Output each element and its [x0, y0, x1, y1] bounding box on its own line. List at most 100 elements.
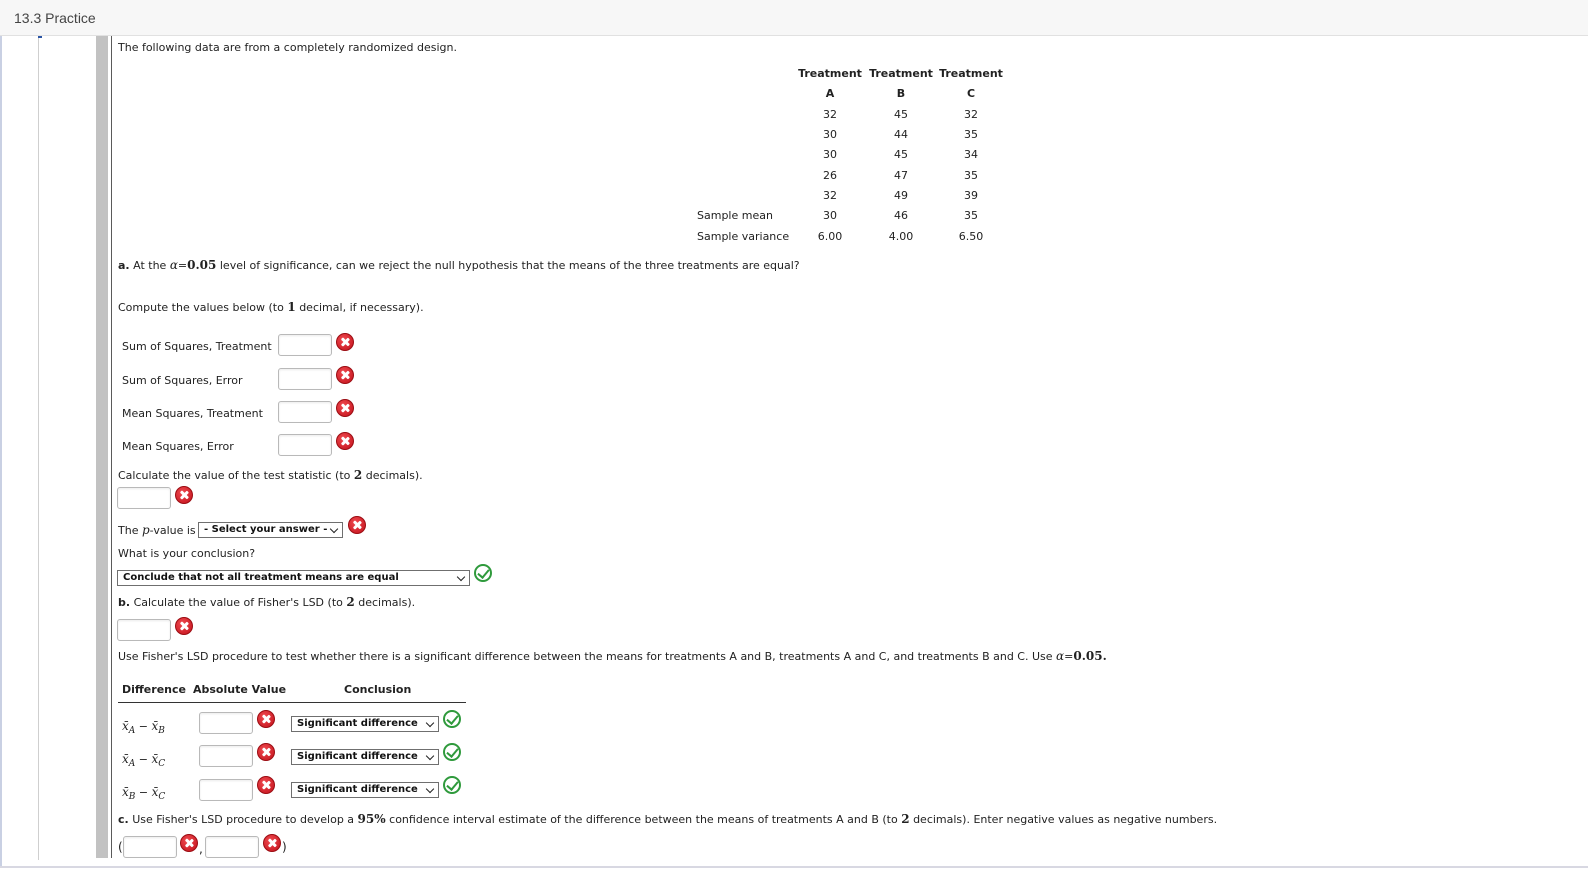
table-cell: 49: [894, 189, 908, 202]
lsd-procedure-text: Use Fisher's LSD procedure to test wheth…: [118, 649, 1107, 663]
sample-variance-c: 6.50: [958, 230, 984, 243]
left-border: [0, 36, 2, 866]
xbar: x̄: [122, 785, 129, 799]
correct-check-icon: [443, 710, 461, 728]
incorrect-icon: [348, 516, 366, 534]
minus-sign: −: [138, 720, 148, 733]
diff-label-ac: x̄A − x̄C: [122, 752, 165, 769]
ms-error-label: Mean Squares, Error: [122, 440, 234, 453]
incorrect-icon: [336, 366, 354, 384]
alpha-value: 0.05.: [1073, 649, 1107, 663]
abs-value-input-ab[interactable]: [199, 712, 253, 734]
ms-error-input[interactable]: [278, 434, 332, 456]
pvalue-label: The p-value is: [118, 523, 196, 537]
pvalue-prefix: The: [118, 524, 139, 537]
table-cell: 35: [964, 169, 978, 182]
subscript: A: [128, 726, 136, 737]
table-header-a-1: Treatment: [798, 67, 862, 80]
table-cell: 30: [823, 148, 837, 161]
chevron-down-icon: [425, 751, 435, 761]
pvalue-select[interactable]: - Select your answer -: [198, 522, 343, 538]
col-absolute-value: Absolute Value: [193, 683, 287, 696]
ss-treatment-input[interactable]: [278, 334, 332, 356]
open-paren: (: [118, 840, 123, 854]
subscript: C: [158, 759, 166, 770]
incorrect-icon: [336, 399, 354, 417]
part-c-label: c.: [118, 813, 129, 826]
ci-upper-input[interactable]: [205, 836, 259, 858]
incorrect-icon: [180, 834, 198, 852]
table-cell: 32: [964, 108, 978, 121]
page-title: 13.3 Practice: [14, 10, 96, 26]
incorrect-icon: [257, 710, 275, 728]
sample-mean-a: 30: [823, 209, 837, 222]
ss-error-input[interactable]: [278, 368, 332, 390]
incorrect-icon: [175, 617, 193, 635]
incorrect-icon: [336, 333, 354, 351]
col-difference: Difference: [122, 683, 186, 696]
conclusion-select-value: Significant difference: [297, 784, 418, 795]
ms-treatment-input[interactable]: [278, 401, 332, 423]
lsd-input[interactable]: [117, 619, 171, 641]
close-paren: ): [282, 840, 287, 854]
abs-value-input-ac[interactable]: [199, 745, 253, 767]
compute-decimals: 1: [287, 300, 296, 314]
table-cell: 26: [823, 169, 837, 182]
correct-check-icon: [443, 743, 461, 761]
subscript: C: [158, 792, 166, 803]
equals-sign: =: [177, 259, 188, 272]
conclusion-select-ac[interactable]: Significant difference: [291, 749, 439, 765]
sample-mean-b: 46: [894, 209, 908, 222]
test-stat-decimals: 2: [353, 468, 363, 482]
part-b-prefix: Calculate the value of Fisher's LSD (to: [133, 596, 343, 609]
part-a-label: a.: [118, 259, 130, 272]
subscript: B: [128, 792, 136, 803]
incorrect-icon: [175, 486, 193, 504]
incorrect-icon: [257, 743, 275, 761]
test-stat-prefix: Calculate the value of the test statisti…: [118, 469, 351, 482]
test-stat-input[interactable]: [117, 487, 171, 509]
ci-lower-input[interactable]: [123, 836, 177, 858]
table-header-rule: [118, 702, 466, 703]
table-cell: 30: [823, 128, 837, 141]
part-a-suffix: level of significance, can we reject the…: [219, 259, 800, 272]
conclusion-select-value: Significant difference: [297, 718, 418, 729]
question-gutter: [96, 36, 108, 858]
part-b-decimals: 2: [346, 595, 355, 609]
compute-prefix: Compute the values below (to: [118, 301, 284, 314]
table-cell: 35: [964, 128, 978, 141]
pvalue-suffix: -value is: [149, 524, 196, 537]
part-c-question: c. Use Fisher's LSD procedure to develop…: [118, 812, 1217, 826]
subscript: B: [158, 726, 165, 737]
table-cell: 45: [894, 148, 908, 161]
table-header-c-1: Treatment: [939, 67, 1003, 80]
ss-error-label: Sum of Squares, Error: [122, 374, 243, 387]
alpha-symbol: α: [1056, 649, 1065, 663]
table-cell: 34: [964, 148, 978, 161]
ss-treatment-label: Sum of Squares, Treatment: [122, 340, 272, 353]
conclusion-select-ab[interactable]: Significant difference: [291, 716, 439, 732]
compute-instruction: Compute the values below (to 1 decimal, …: [118, 300, 424, 314]
part-c-prefix: Use Fisher's LSD procedure to develop a: [132, 813, 355, 826]
part-c-suffix: decimals). Enter negative values as nega…: [913, 813, 1218, 826]
intro-text: The following data are from a completely…: [118, 41, 457, 54]
chevron-down-icon: [425, 784, 435, 794]
part-a-question: a. At the α=0.05 level of significance, …: [118, 258, 800, 272]
col-conclusion: Conclusion: [344, 683, 412, 696]
header-bar: 13.3 Practice: [0, 0, 1588, 36]
comma: ,: [199, 842, 203, 856]
table-cell: 44: [894, 128, 908, 141]
confidence-level: 95%: [357, 812, 386, 826]
left-column-divider: [38, 36, 39, 860]
minus-sign: −: [138, 786, 149, 799]
part-c-decimals: 2: [901, 812, 910, 826]
part-b-suffix: decimals).: [358, 596, 416, 609]
conclusion-select[interactable]: Conclude that not all treatment means ar…: [117, 570, 470, 586]
equals-sign: =: [1064, 650, 1074, 663]
p-symbol: p: [141, 523, 150, 537]
abs-value-input-bc[interactable]: [199, 779, 253, 801]
conclusion-select-bc[interactable]: Significant difference: [291, 782, 439, 798]
table-header-b-1: Treatment: [869, 67, 933, 80]
table-cell: 45: [894, 108, 908, 121]
table-cell: 47: [894, 169, 908, 182]
